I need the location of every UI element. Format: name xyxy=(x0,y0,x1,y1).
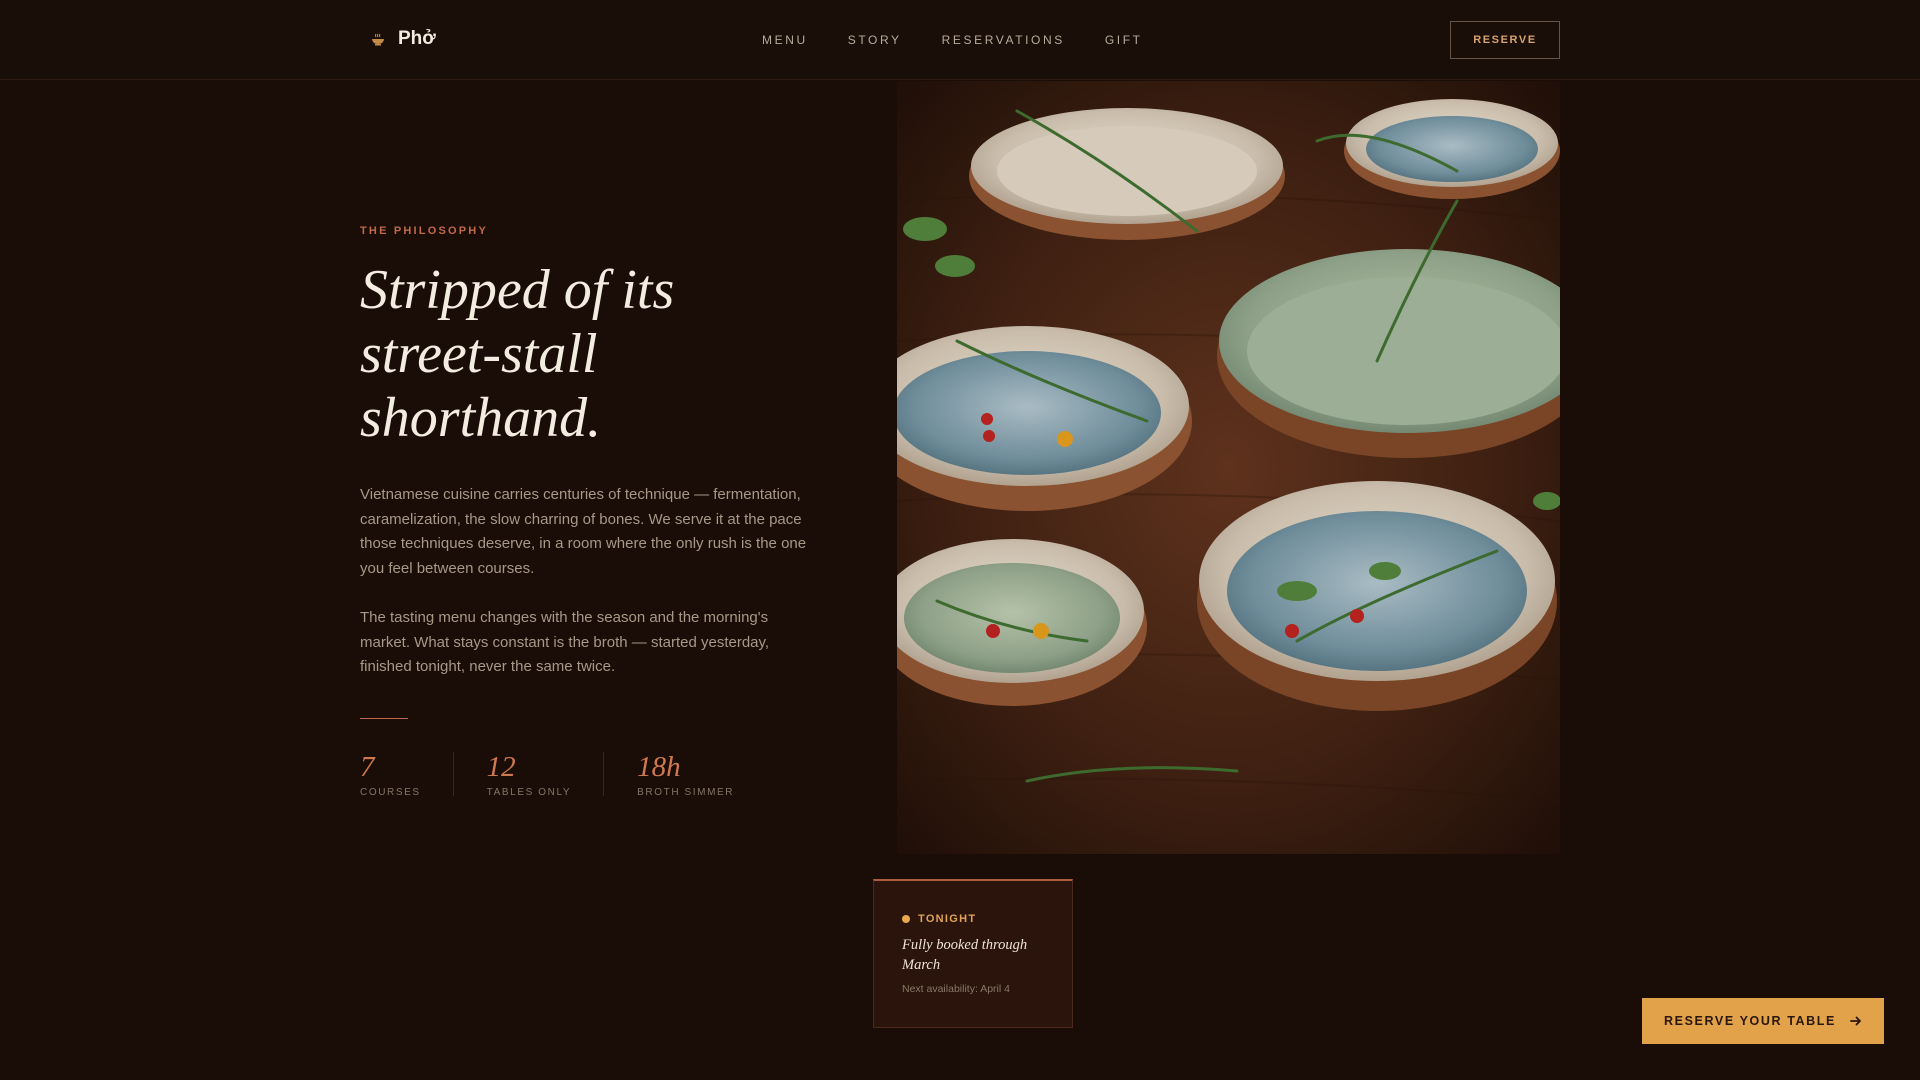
stat-value: 7 xyxy=(360,751,375,783)
nav-links: MENU STORY RESERVATIONS GIFT xyxy=(762,33,1183,47)
stat-label: COURSES xyxy=(360,787,421,798)
tonight-tag: TONIGHT xyxy=(902,913,1044,925)
tonight-availability-card: TONIGHT Fully booked through March Next … xyxy=(873,879,1073,1028)
availability-title: Fully booked through March xyxy=(902,937,1028,973)
cta-label: RESERVE YOUR TABLE xyxy=(1664,1014,1836,1028)
arrow-right-icon xyxy=(1850,1016,1861,1026)
nav-link-gift[interactable]: GIFT xyxy=(1105,33,1143,47)
stats-row: 7 COURSES 12 TABLES ONLY 18h BROTH SIMME… xyxy=(360,751,799,798)
page-headline: Stripped of its street-stall shorthand. xyxy=(360,259,675,449)
top-navigation: Phở MENU STORY RESERVATIONS GIFT RESERVE xyxy=(0,0,1920,80)
availability-subtitle: Next availability: April 4 xyxy=(902,983,1010,995)
nav-link-reservations[interactable]: RESERVATIONS xyxy=(942,33,1065,47)
reserve-your-table-button[interactable]: RESERVE YOUR TABLE xyxy=(1642,998,1884,1044)
intro-paragraph-1: Vietnamese cuisine carries centuries of … xyxy=(360,486,807,577)
section-eyebrow: THE PHILOSOPHY xyxy=(360,225,488,237)
tonight-tag-label: TONIGHT xyxy=(918,913,977,925)
accent-divider xyxy=(360,718,408,719)
brand-name: Phở xyxy=(398,28,436,49)
reserve-button[interactable]: RESERVE xyxy=(1450,21,1560,59)
stat-value: 12 xyxy=(486,751,516,783)
stat-label: TABLES ONLY xyxy=(486,787,572,798)
bowls-illustration xyxy=(897,81,1560,854)
nav-link-story[interactable]: STORY xyxy=(848,33,902,47)
stat-value: 18h xyxy=(637,751,681,783)
ceramic-bowls-photo xyxy=(897,81,1560,854)
stat-broth: 18h BROTH SIMMER xyxy=(637,751,766,798)
stat-tables: 12 TABLES ONLY xyxy=(486,751,605,798)
nav-link-menu[interactable]: MENU xyxy=(762,33,808,47)
stat-courses: 7 COURSES xyxy=(360,751,454,798)
brand-logo[interactable]: Phở xyxy=(370,28,436,50)
intro-paragraph-2: The tasting menu changes with the season… xyxy=(360,609,770,675)
bowl-icon xyxy=(372,33,384,46)
stat-label: BROTH SIMMER xyxy=(637,787,735,798)
status-dot-icon xyxy=(902,915,910,923)
